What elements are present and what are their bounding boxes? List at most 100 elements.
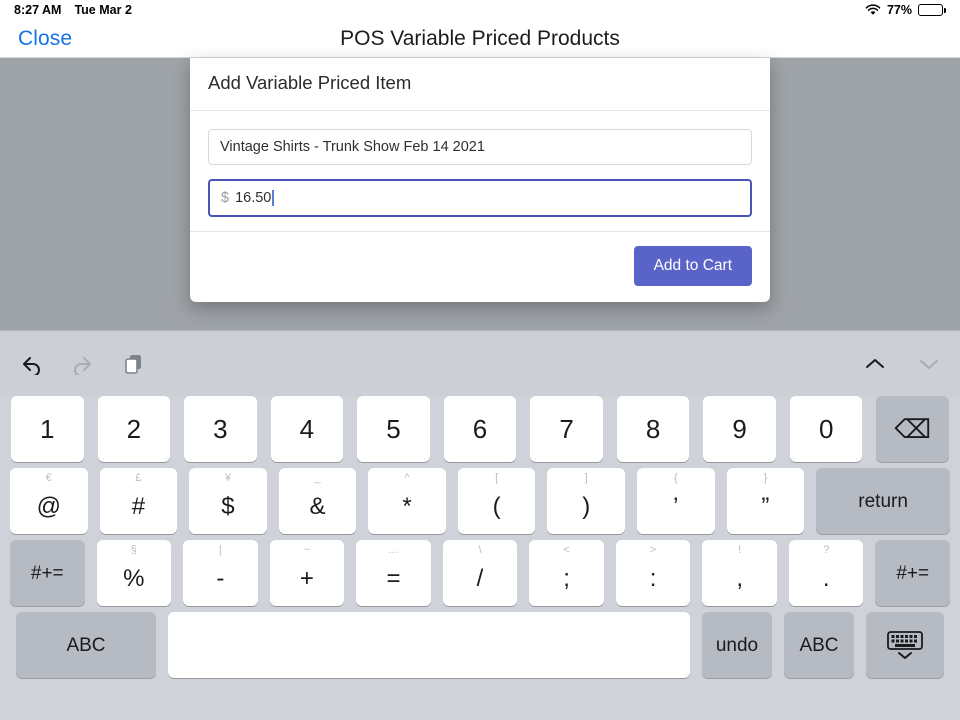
key-4[interactable]: 4 — [271, 396, 344, 462]
key-label: 5 — [386, 416, 400, 442]
backspace-key[interactable]: ⌫ — [876, 396, 949, 462]
key-label: & — [310, 495, 326, 519]
key-paren-open[interactable]: [( — [458, 468, 536, 534]
key-label: 0 — [819, 416, 833, 442]
key-8[interactable]: 8 — [617, 396, 690, 462]
redo-arrow-icon[interactable] — [68, 349, 98, 379]
status-date: Tue Mar 2 — [74, 3, 131, 17]
key-label: ( — [493, 495, 501, 519]
chevron-down-icon[interactable] — [914, 349, 944, 379]
key-6[interactable]: 6 — [444, 396, 517, 462]
modal-header: Add Variable Priced Item — [190, 58, 770, 111]
keyboard-dismiss-icon — [884, 629, 926, 661]
key-label: ) — [582, 495, 590, 519]
key-label: % — [123, 567, 144, 591]
key-equals[interactable]: …= — [356, 540, 431, 606]
key-plus[interactable]: ~+ — [270, 540, 345, 606]
key-label: #+= — [31, 564, 64, 583]
text-cursor — [272, 190, 274, 206]
navigation-bar: Close POS Variable Priced Products — [0, 20, 960, 58]
key-alt-label: [ — [495, 473, 498, 484]
key-alt-label: > — [650, 545, 656, 556]
key-label: @ — [37, 495, 61, 519]
key-9[interactable]: 9 — [703, 396, 776, 462]
symbols-key-left[interactable]: #+= — [10, 540, 85, 606]
undo-arrow-icon[interactable] — [16, 349, 46, 379]
key-7[interactable]: 7 — [530, 396, 603, 462]
key-label: - — [216, 567, 224, 591]
key-label: 6 — [473, 416, 487, 442]
modal-title: Add Variable Priced Item — [208, 72, 752, 94]
modal-body: Vintage Shirts - Trunk Show Feb 14 2021 … — [190, 111, 770, 232]
key-apostrophe[interactable]: {’ — [637, 468, 715, 534]
on-screen-keyboard: 1 2 3 4 5 6 7 8 9 0 ⌫ €@ £# ¥$ _& ^* [( … — [0, 330, 960, 720]
key-3[interactable]: 3 — [184, 396, 257, 462]
symbols-key-right[interactable]: #+= — [875, 540, 950, 606]
key-label: ; — [563, 567, 570, 591]
battery-percent-label: 77% — [887, 3, 912, 17]
key-label: 4 — [300, 416, 314, 442]
key-alt-label: £ — [135, 473, 141, 484]
item-price-value: 16.50 — [235, 190, 271, 206]
add-variable-priced-item-modal: Add Variable Priced Item Vintage Shirts … — [190, 58, 770, 302]
return-key[interactable]: return — [816, 468, 950, 534]
key-label: / — [477, 567, 484, 591]
key-alt-label: < — [563, 545, 569, 556]
key-alt-label: \ — [478, 545, 481, 556]
key-hash[interactable]: £# — [100, 468, 178, 534]
key-alt-label: … — [388, 545, 399, 556]
undo-key[interactable]: undo — [702, 612, 772, 678]
key-semicolon[interactable]: <; — [529, 540, 604, 606]
key-percent[interactable]: §% — [97, 540, 172, 606]
abc-key-right[interactable]: ABC — [784, 612, 854, 678]
key-alt-label: ] — [585, 473, 588, 484]
key-alt-label: § — [131, 545, 137, 556]
keyboard-toolbar-left — [16, 349, 150, 379]
key-label: undo — [716, 636, 758, 655]
item-name-input[interactable]: Vintage Shirts - Trunk Show Feb 14 2021 — [208, 129, 752, 165]
close-button[interactable]: Close — [18, 27, 72, 51]
key-alt-label: _ — [314, 473, 320, 484]
copy-paste-icon[interactable] — [120, 349, 150, 379]
currency-prefix: $ — [221, 190, 229, 206]
item-name-value: Vintage Shirts - Trunk Show Feb 14 2021 — [220, 139, 485, 155]
key-dollar[interactable]: ¥$ — [189, 468, 267, 534]
key-hyphen[interactable]: |- — [183, 540, 258, 606]
key-1[interactable]: 1 — [11, 396, 84, 462]
add-to-cart-button[interactable]: Add to Cart — [634, 246, 752, 286]
key-alt-label: ! — [738, 545, 741, 556]
key-2[interactable]: 2 — [98, 396, 171, 462]
abc-key-left[interactable]: ABC — [16, 612, 156, 678]
key-label: 7 — [559, 416, 573, 442]
item-price-input[interactable]: $ 16.50 — [208, 179, 752, 217]
key-label: 2 — [127, 416, 141, 442]
key-0[interactable]: 0 — [790, 396, 863, 462]
key-alt-label: ? — [823, 545, 829, 556]
key-alt-label: } — [764, 473, 768, 484]
keyboard-row-symbols-2: #+= §% |- ~+ …= \/ <; >: !, ?. #+= — [4, 540, 956, 606]
key-colon[interactable]: >: — [616, 540, 691, 606]
key-label: return — [858, 492, 908, 511]
space-key[interactable] — [168, 612, 690, 678]
key-label: ABC — [799, 636, 838, 655]
key-paren-close[interactable]: ]) — [547, 468, 625, 534]
keyboard-row-symbols-1: €@ £# ¥$ _& ^* [( ]) {’ }” return — [4, 468, 956, 534]
key-label: : — [650, 567, 657, 591]
key-label: , — [736, 567, 743, 591]
key-5[interactable]: 5 — [357, 396, 430, 462]
key-label: = — [386, 567, 400, 591]
key-slash[interactable]: \/ — [443, 540, 518, 606]
key-label: 8 — [646, 416, 660, 442]
key-quote[interactable]: }” — [727, 468, 805, 534]
ipad-screen: 8:27 AM Tue Mar 2 77% Close POS Variable… — [0, 0, 960, 720]
key-period[interactable]: ?. — [789, 540, 864, 606]
chevron-up-icon[interactable] — [860, 349, 890, 379]
keyboard-row-numbers: 1 2 3 4 5 6 7 8 9 0 ⌫ — [4, 396, 956, 462]
key-at[interactable]: €@ — [10, 468, 88, 534]
dismiss-keyboard-key[interactable] — [866, 612, 944, 678]
status-bar-left: 8:27 AM Tue Mar 2 — [14, 3, 132, 17]
key-asterisk[interactable]: ^* — [368, 468, 446, 534]
key-ampersand[interactable]: _& — [279, 468, 357, 534]
key-comma[interactable]: !, — [702, 540, 777, 606]
key-label: $ — [221, 495, 234, 519]
